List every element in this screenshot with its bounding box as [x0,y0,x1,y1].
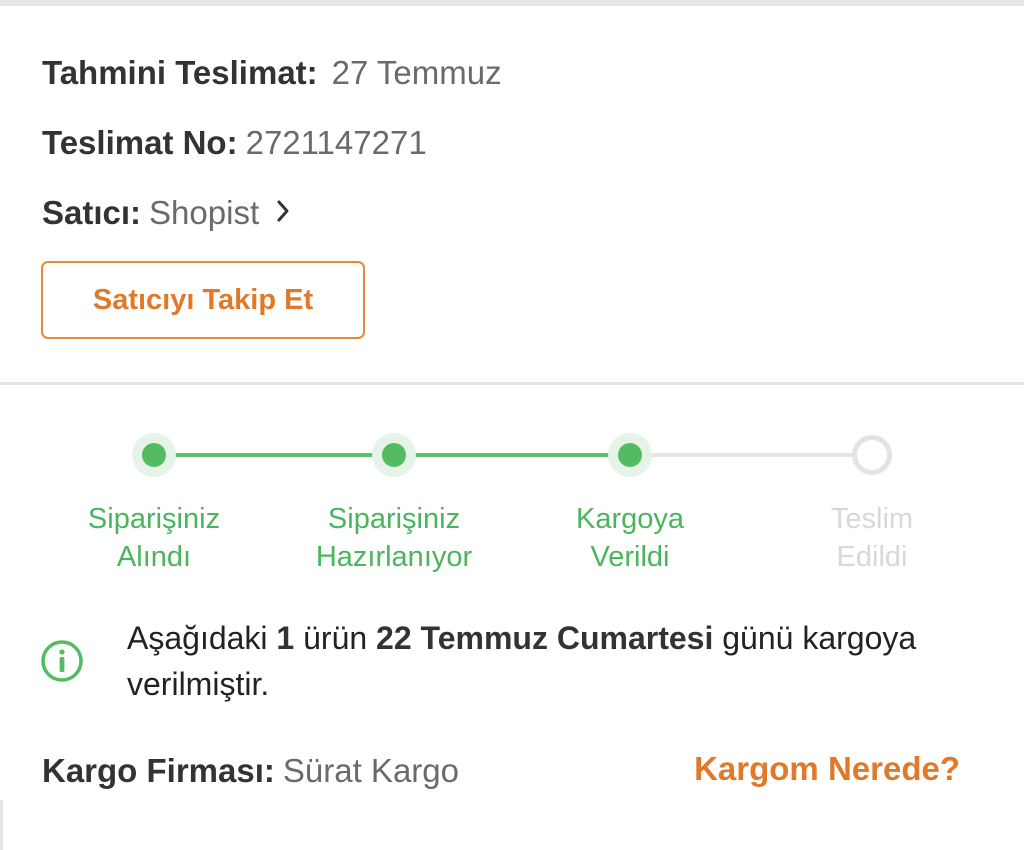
chevron-right-icon[interactable] [276,193,290,231]
delivery-number-label: Teslimat No: [42,124,238,161]
step-dot-preparing [372,433,416,477]
delivery-number-value: 2721147271 [245,124,427,161]
estimated-delivery-row: Tahmini Teslimat: 27 Temmuz [42,54,502,92]
follow-seller-button[interactable]: Satıcıyı Takip Et [41,261,365,339]
notice-text: Aşağıdaki 1 ürün 22 Temmuz Cumartesi gün… [127,620,917,702]
cargo-company-label: Kargo Firması: [42,752,275,789]
left-edge-border [0,800,3,850]
step-label-preparing: Siparişiniz Hazırlanıyor [315,503,473,573]
delivery-info-section: Tahmini Teslimat: 27 Temmuz Teslimat No: 2… [0,6,1024,382]
delivery-number-row: Teslimat No: 2721147271 [42,124,427,162]
estimated-delivery-value: 27 Temmuz [331,54,502,91]
seller-link[interactable]: Shopist [149,194,259,231]
step-label-shipped: Kargoya Verildi [575,503,684,573]
cargo-company-value: Sürat Kargo [282,752,459,789]
estimated-delivery-label: Tahmini Teslimat: [42,54,318,91]
step-dot-delivered [852,435,892,475]
seller-row[interactable]: Satıcı: Shopist [42,194,290,232]
info-icon [40,639,84,683]
step-dot-shipped [608,433,652,477]
where-is-my-cargo-link[interactable]: Kargom Nerede? [694,750,960,788]
step-label-delivered: Teslim Edildi [830,503,914,573]
shipment-progress-tracker: Siparişiniz Alındı Siparişiniz Hazırlanı… [0,385,1024,605]
step-label-ordered: Siparişiniz Alındı [87,503,221,573]
notice-ship-date: 22 Temmuz Cumartesi [376,620,714,656]
notice-item-count: 1 [276,620,295,656]
step-dot-ordered [132,433,176,477]
seller-label: Satıcı: [42,194,142,231]
progress-segment-1 [154,453,394,457]
progress-segment-3 [630,453,872,457]
progress-segment-2 [394,453,630,457]
cargo-company-row: Kargo Firması: Sürat Kargo [42,752,459,790]
shipping-notice: Aşağıdaki 1 ürün 22 Temmuz Cumartesi gün… [0,615,1024,715]
